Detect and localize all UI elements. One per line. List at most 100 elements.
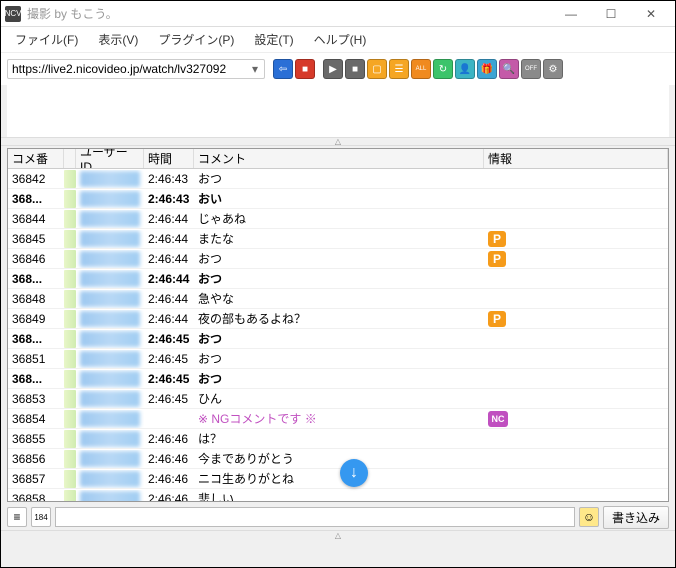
cell-num: 36856 (8, 451, 64, 467)
cell-info: P (484, 310, 668, 328)
url-dropdown-icon[interactable]: ▾ (250, 62, 260, 76)
off-icon[interactable]: OFF (521, 59, 541, 79)
comment-input[interactable] (55, 507, 575, 527)
cell-stripe (64, 350, 76, 368)
emoji-icon[interactable]: ☺ (579, 507, 599, 527)
cell-user (76, 370, 144, 388)
reload-icon[interactable]: ↻ (433, 59, 453, 79)
titlebar: NCV 撮影 by もこう。 — ☐ ✕ (1, 1, 675, 27)
cell-stripe (64, 250, 76, 268)
send-button[interactable]: 書き込み (603, 506, 669, 529)
table-row[interactable]: 368552:46:46は？ (8, 429, 668, 449)
table-row[interactable]: 368452:46:44またなP (8, 229, 668, 249)
table-row[interactable]: 368482:46:44急やな (8, 289, 668, 309)
cell-info (484, 458, 668, 460)
url-input[interactable] (12, 62, 250, 76)
user-icon[interactable]: 👤 (455, 59, 475, 79)
search-icon[interactable]: 🔍 (499, 59, 519, 79)
col-num[interactable]: コメ番 (8, 149, 64, 168)
col-time[interactable]: 時間 (144, 149, 194, 168)
app-icon: NCV (5, 6, 21, 22)
stop-icon[interactable]: ■ (345, 59, 365, 79)
table-row[interactable]: 368442:46:44じゃあね (8, 209, 668, 229)
cell-user (76, 470, 144, 488)
col-user[interactable]: ユーザーID (76, 149, 144, 168)
cell-comment: おつ (194, 369, 484, 388)
scroll-down-button[interactable]: ↓ (340, 459, 368, 487)
cell-stripe (64, 190, 76, 208)
cell-stripe (64, 290, 76, 308)
cell-num: 368... (8, 371, 64, 387)
cell-info (484, 218, 668, 220)
cell-info: NC (484, 410, 668, 428)
header-spacer (7, 85, 669, 137)
list-icon[interactable]: ≡ (7, 507, 27, 527)
table-row[interactable]: 368...2:46:45おつ (8, 329, 668, 349)
menubar: ファイル(F) 表示(V) プラグイン(P) 設定(T) ヘルプ(H) (1, 27, 675, 53)
cell-info: P (484, 230, 668, 248)
menu-view[interactable]: 表示(V) (92, 29, 144, 50)
table-row[interactable]: 368422:46:43おつ (8, 169, 668, 189)
cell-comment: は？ (194, 429, 484, 448)
cell-info (484, 438, 668, 440)
cell-user (76, 450, 144, 468)
cell-num: 36842 (8, 171, 64, 187)
cell-info (484, 498, 668, 500)
panel2-icon[interactable]: ☰ (389, 59, 409, 79)
table-row[interactable]: 36854※ NGコメントです ※NC (8, 409, 668, 429)
col-stripe[interactable] (64, 149, 76, 168)
gear-icon[interactable]: ⚙ (543, 59, 563, 79)
comment-input-bar: ≡ 184 ☺ 書き込み (1, 504, 675, 530)
collapse-bottom[interactable]: △ (1, 530, 675, 539)
table-row[interactable]: 368532:46:45ひん (8, 389, 668, 409)
cell-stripe (64, 330, 76, 348)
cell-stripe (64, 270, 76, 288)
cell-user (76, 270, 144, 288)
cell-time: 2:46:46 (144, 491, 194, 502)
disconnect-icon[interactable]: ■ (295, 59, 315, 79)
col-info[interactable]: 情報 (484, 149, 668, 168)
table-row[interactable]: 368462:46:44おつP (8, 249, 668, 269)
cell-stripe (64, 430, 76, 448)
cell-time: 2:46:45 (144, 391, 194, 407)
menu-plugin[interactable]: プラグイン(P) (152, 29, 240, 50)
menu-settings[interactable]: 設定(T) (248, 29, 299, 50)
table-row[interactable]: 368512:46:45おつ (8, 349, 668, 369)
table-row[interactable]: 368562:46:46今までありがとう (8, 449, 668, 469)
url-input-wrap[interactable]: ▾ (7, 59, 265, 79)
cell-time: 2:46:45 (144, 351, 194, 367)
close-button[interactable]: ✕ (631, 2, 671, 26)
cell-num: 36855 (8, 431, 64, 447)
connect-icon[interactable]: ⇦ (273, 59, 293, 79)
cell-comment: またな (194, 229, 484, 248)
cell-comment: おつ (194, 249, 484, 268)
cell-user (76, 410, 144, 428)
maximize-button[interactable]: ☐ (591, 2, 631, 26)
record-icon[interactable]: ▶ (323, 59, 343, 79)
table-row[interactable]: 368...2:46:43おい (8, 189, 668, 209)
minimize-button[interactable]: — (551, 2, 591, 26)
table-row[interactable]: 368...2:46:44おつ (8, 269, 668, 289)
cell-num: 36857 (8, 471, 64, 487)
cell-time: 2:46:44 (144, 231, 194, 247)
cell-comment: ひん (194, 389, 484, 408)
menu-file[interactable]: ファイル(F) (9, 29, 84, 50)
cell-num: 36849 (8, 311, 64, 327)
cell-stripe (64, 230, 76, 248)
table-row[interactable]: 368572:46:46ニコ生ありがとね (8, 469, 668, 489)
anon-184-toggle[interactable]: 184 (31, 507, 51, 527)
table-body[interactable]: 368422:46:43おつ368...2:46:43おい368442:46:4… (8, 169, 668, 501)
cell-num: 36846 (8, 251, 64, 267)
all-icon[interactable]: ALL (411, 59, 431, 79)
gift-icon[interactable]: 🎁 (477, 59, 497, 79)
col-comment[interactable]: コメント (194, 149, 484, 168)
table-row[interactable]: 368...2:46:45おつ (8, 369, 668, 389)
collapse-top[interactable]: △ (1, 137, 675, 146)
table-row[interactable]: 368492:46:44夜の部もあるよね？P (8, 309, 668, 329)
menu-help[interactable]: ヘルプ(H) (308, 29, 373, 50)
cell-user (76, 230, 144, 248)
cell-stripe (64, 490, 76, 502)
cell-info (484, 278, 668, 280)
table-row[interactable]: 368582:46:46悲しい (8, 489, 668, 501)
panel1-icon[interactable]: ▢ (367, 59, 387, 79)
